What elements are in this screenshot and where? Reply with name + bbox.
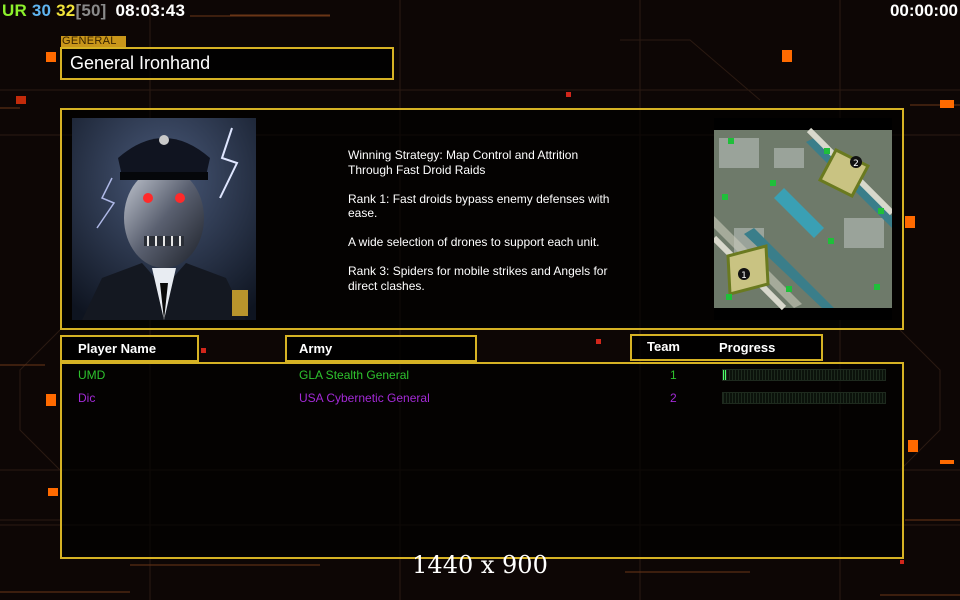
general-portrait	[72, 118, 256, 320]
strategy-line: Winning Strategy: Map Control and Attrit…	[348, 148, 579, 177]
general-tag: GENERAL	[61, 36, 126, 47]
player-name: UMD	[78, 368, 106, 382]
start-position-1: 1	[741, 271, 747, 281]
game-timer: 00:00:00	[889, 1, 958, 20]
column-header-team-progress[interactable]: Team Progress	[630, 334, 823, 361]
start-position-2: 2	[853, 159, 859, 169]
stat-value-c: [50]	[75, 1, 107, 20]
player-name: Dic	[78, 391, 96, 405]
general-name: General Ironhand	[70, 53, 211, 73]
player-army: GLA Stealth General	[299, 368, 410, 382]
column-header-player-name[interactable]: Player Name	[60, 335, 199, 362]
stat-value-b: 32	[56, 1, 76, 20]
resolution-label: 1440 x 900	[412, 551, 548, 579]
progress-fill	[723, 370, 727, 380]
progress-bar	[722, 392, 886, 404]
column-header-label: Army	[299, 341, 333, 356]
strategy-description: Winning Strategy: Map Control and Attrit…	[348, 148, 648, 308]
column-header-progress: Progress	[719, 340, 776, 355]
player-army: USA Cybernetic General	[299, 391, 430, 405]
strategy-line: Rank 3: Spiders for mobile strikes and A…	[348, 264, 608, 293]
player-team: 2	[670, 391, 677, 405]
clock: 08:03:43	[115, 1, 186, 20]
progress-bar	[722, 369, 886, 381]
status-bar: UR 30 32[50] 08:03:43 00:00:00	[0, 0, 960, 22]
player-list: UMD GLA Stealth General 1 Dic USA Cybern…	[60, 362, 904, 559]
map-preview: 2 1	[714, 118, 892, 320]
player-row[interactable]: Dic USA Cybernetic General 2	[62, 388, 902, 408]
general-name-box: General Ironhand	[60, 47, 394, 80]
strategy-line: A wide selection of drones to support ea…	[348, 235, 600, 249]
strategy-line: Rank 1: Fast droids bypass enemy defense…	[348, 191, 610, 221]
player-team: 1	[670, 368, 677, 382]
player-stats: UR 30 32[50] 08:03:43	[2, 1, 185, 21]
column-header-label: Player Name	[78, 341, 157, 356]
general-info-panel: Winning Strategy: Map Control and Attrit…	[60, 108, 904, 330]
stat-value-a: 30	[31, 1, 52, 20]
player-row[interactable]: UMD GLA Stealth General 1	[62, 365, 902, 385]
column-header-team: Team	[647, 339, 680, 354]
column-header-army[interactable]: Army	[285, 335, 477, 362]
ur-label: UR	[2, 1, 27, 20]
